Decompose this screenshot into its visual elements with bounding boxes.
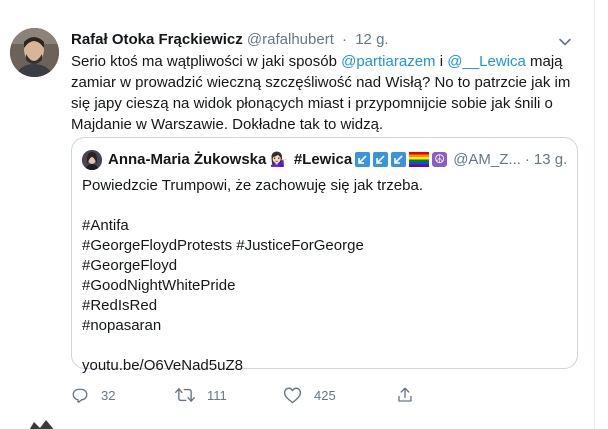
reply-count: 32 bbox=[101, 387, 116, 403]
arrow-badge-icon bbox=[373, 152, 389, 167]
tweet-header: Rafał Otoka Frąckiewicz @rafalhubert · 1… bbox=[71, 30, 389, 50]
author-avatar[interactable] bbox=[10, 28, 59, 77]
mention-link[interactable]: @partiarazem bbox=[341, 53, 435, 70]
author-handle[interactable]: @rafalhubert bbox=[247, 31, 334, 48]
separator-dot: · bbox=[342, 31, 348, 48]
tweet-time[interactable]: 12 g. bbox=[355, 31, 388, 48]
reply-button[interactable]: 32 bbox=[71, 385, 115, 405]
quoted-tweet[interactable]: Anna-Maria Żukowska 💁🏻‍♀️ #Lewica ☮ @AM_… bbox=[71, 137, 578, 374]
retweet-button[interactable]: 111 bbox=[175, 385, 227, 405]
tweet-text-part: i bbox=[435, 53, 448, 70]
quote-author-emoji: 💁🏻‍♀️ bbox=[270, 151, 288, 167]
hashtag-link[interactable]: #nopasaran bbox=[82, 316, 562, 336]
hashtag-link[interactable]: #GeorgeFloyd bbox=[82, 256, 562, 276]
separator-dot: · bbox=[524, 151, 530, 168]
like-button[interactable]: 425 bbox=[283, 385, 336, 405]
arrow-badge-icon bbox=[355, 152, 371, 167]
retweet-count: 111 bbox=[207, 387, 227, 403]
author-name[interactable]: Rafał Otoka Frąckiewicz bbox=[71, 31, 243, 48]
hashtag-link[interactable]: #GeorgeFloydProtests #JusticeForGeorge bbox=[82, 236, 562, 256]
share-icon bbox=[398, 387, 412, 402]
quote-author-tag: #Lewica bbox=[293, 151, 353, 168]
hashtag-link[interactable]: #Antifa bbox=[82, 216, 562, 236]
quote-author-name[interactable]: Anna-Maria Żukowska bbox=[108, 149, 266, 170]
tweet[interactable]: Rafał Otoka Frąckiewicz @rafalhubert · 1… bbox=[0, 0, 595, 429]
video-link[interactable]: youtu.be/O6VeNad5uZ8 bbox=[82, 356, 562, 376]
reply-icon bbox=[72, 388, 88, 403]
tweet-actions: 32 111 425 bbox=[71, 385, 511, 405]
rainbow-flag-icon bbox=[409, 152, 430, 167]
arrow-badge-icon bbox=[391, 152, 407, 167]
quote-header: Anna-Maria Żukowska 💁🏻‍♀️ #Lewica ☮ @AM_… bbox=[108, 149, 567, 170]
caret-down-icon[interactable] bbox=[556, 33, 574, 51]
quote-time[interactable]: 13 g. bbox=[534, 149, 567, 170]
tweet-text-part: Serio ktoś ma wątpliwości w jaki sposób bbox=[71, 53, 342, 70]
tweet-body: Serio ktoś ma wątpliwości w jaki sposób … bbox=[71, 51, 576, 135]
retweet-icon bbox=[175, 388, 195, 402]
mention-link[interactable]: @__Lewica bbox=[447, 53, 526, 70]
like-count: 425 bbox=[314, 387, 336, 403]
share-button[interactable] bbox=[396, 385, 414, 405]
hashtag-link[interactable]: #RedIsRed bbox=[82, 296, 562, 316]
hashtag-link[interactable]: #GoodNightWhitePride bbox=[82, 276, 562, 296]
next-tweet-avatar[interactable] bbox=[26, 418, 58, 429]
quote-line: Powiedzcie Trumpowi, że zachowuję się ja… bbox=[82, 177, 423, 194]
quote-author-avatar[interactable] bbox=[82, 150, 102, 170]
quote-body: Powiedzcie Trumpowi, że zachowuję się ja… bbox=[82, 176, 562, 376]
peace-icon: ☮ bbox=[432, 152, 448, 167]
quote-line-spacer bbox=[82, 196, 562, 216]
quote-author-handle[interactable]: @AM_Z... bbox=[453, 149, 521, 170]
like-icon bbox=[283, 387, 302, 404]
quote-line-spacer bbox=[82, 336, 562, 356]
